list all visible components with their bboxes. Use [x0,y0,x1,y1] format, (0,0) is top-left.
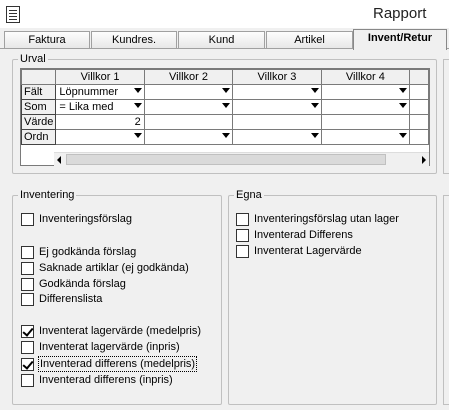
tab-label: Artikel [294,34,325,46]
checkbox-label: Inventeringsförslag [39,213,132,225]
ordn-cell-2[interactable] [143,129,234,145]
ordn-cell-3[interactable] [232,129,322,145]
checkbox-box[interactable] [21,358,34,371]
checkbox-label: Inventerat lagervärde (medelpris) [39,325,202,337]
tab-artikel[interactable]: Artikel [266,31,353,49]
dropdown-arrow-icon[interactable] [399,88,408,93]
ordn-cell-1[interactable] [55,129,145,145]
checkbox-label: Inventerad Differens [254,229,353,241]
checkbox-box[interactable] [21,262,34,275]
checkbox-label: Inventerat lagervärde (inpris) [39,341,180,353]
som-cell-2[interactable] [143,99,234,115]
checkbox-box[interactable] [21,293,34,306]
checkbox-box[interactable] [21,278,34,291]
cell-value: Löpnummer [59,86,119,98]
urval-table: Villkor 1 Villkor 2 Villkor 3 Villkor 4 … [20,69,429,145]
horizontal-scrollbar[interactable] [54,152,429,166]
egna-group: Egna [228,189,437,405]
som-cell-4[interactable] [320,99,411,115]
tab-label: Kund [208,34,235,46]
title-bar: Rapport [0,0,449,28]
scroll-left-icon[interactable] [57,156,61,164]
tab-label: Kundres. [111,34,157,46]
checkbox-box[interactable] [21,246,34,259]
column-header[interactable]: Villkor 1 [55,69,145,85]
dropdown-arrow-icon[interactable] [310,133,319,138]
checkbox-label: Inventerat Lagervärde [254,245,362,257]
inventering-label: Inventering [18,189,77,201]
dropdown-arrow-icon[interactable] [222,103,231,108]
falt-cell-3[interactable] [232,84,322,100]
tab-faktura[interactable]: Faktura [4,31,90,49]
filler-cell [409,129,429,145]
checkbox-box[interactable] [21,325,34,338]
falt-cell-2[interactable] [143,84,234,100]
checkbox-box[interactable] [21,213,34,226]
row-header-ordn: Ordn [20,129,57,145]
row-header-som: Som [20,99,57,115]
varde-cell-4[interactable] [320,114,411,130]
dropdown-arrow-icon[interactable] [222,88,231,93]
falt-cell-1[interactable]: Löpnummer [55,84,145,100]
row-header-falt: Fält [20,84,57,100]
varde-cell-3[interactable] [232,114,322,130]
dropdown-arrow-icon[interactable] [222,133,231,138]
dropdown-arrow-icon[interactable] [133,88,142,93]
checkbox-label: Inventerad differens (medelpris) [37,356,198,372]
egna-label: Egna [234,189,264,201]
checkbox-box[interactable] [236,229,249,242]
checkbox-box[interactable] [236,245,249,258]
right-panel-edge [443,59,449,174]
column-header[interactable]: Villkor 2 [143,69,234,85]
dropdown-arrow-icon[interactable] [133,103,142,108]
dropdown-arrow-icon[interactable] [399,103,408,108]
tab-kund[interactable]: Kund [178,31,265,49]
checkbox-label: Saknade artiklar (ej godkända) [39,262,189,274]
checkbox-box[interactable] [236,213,249,226]
checkbox-label: Inventerad differens (inpris) [39,374,173,386]
column-header[interactable]: Villkor 4 [320,69,411,85]
tab-invent-retur[interactable]: Invent/Retur [353,29,447,50]
checkbox-label: Inventeringsförslag utan lager [254,213,399,225]
filler-cell [409,69,429,85]
cell-value: 2 [134,116,141,128]
tab-bar: Faktura Kundres. Kund Artikel Invent/Ret… [0,29,449,50]
falt-cell-4[interactable] [320,84,411,100]
varde-cell-2[interactable] [143,114,234,130]
tab-kundres[interactable]: Kundres. [91,31,177,49]
window-title: Rapport [373,5,427,22]
urval-label: Urval [18,53,48,65]
som-cell-3[interactable] [232,99,322,115]
filler-cell [409,114,429,130]
row-header-varde: Värde [20,114,57,130]
scroll-thumb[interactable] [66,154,386,165]
checkbox-label: Ej godkända förslag [39,246,137,258]
corner-cell [20,69,57,85]
scroll-right-icon[interactable] [422,156,426,164]
column-header[interactable]: Villkor 3 [232,69,322,85]
filler-cell [409,84,429,100]
checkbox-box[interactable] [21,374,34,387]
dropdown-arrow-icon[interactable] [399,133,408,138]
right-panel-edge [443,195,449,405]
varde-cell-1[interactable]: 2 [55,114,145,130]
dropdown-arrow-icon[interactable] [133,133,142,138]
checkbox-label: Differenslista [39,293,103,305]
dropdown-arrow-icon[interactable] [310,103,319,108]
urval-grid: Villkor 1 Villkor 2 Villkor 3 Villkor 4 … [20,68,430,166]
tab-label: Invent/Retur [367,32,433,44]
tab-label: Faktura [28,34,66,46]
dropdown-arrow-icon[interactable] [310,88,319,93]
filler-cell [409,99,429,115]
cell-value: = Lika med [59,101,114,113]
som-cell-1[interactable]: = Lika med [55,99,145,115]
checkbox-box[interactable] [21,341,34,354]
ordn-cell-4[interactable] [320,129,411,145]
document-icon [6,6,20,23]
checkbox-label: Godkända förslag [39,278,126,290]
